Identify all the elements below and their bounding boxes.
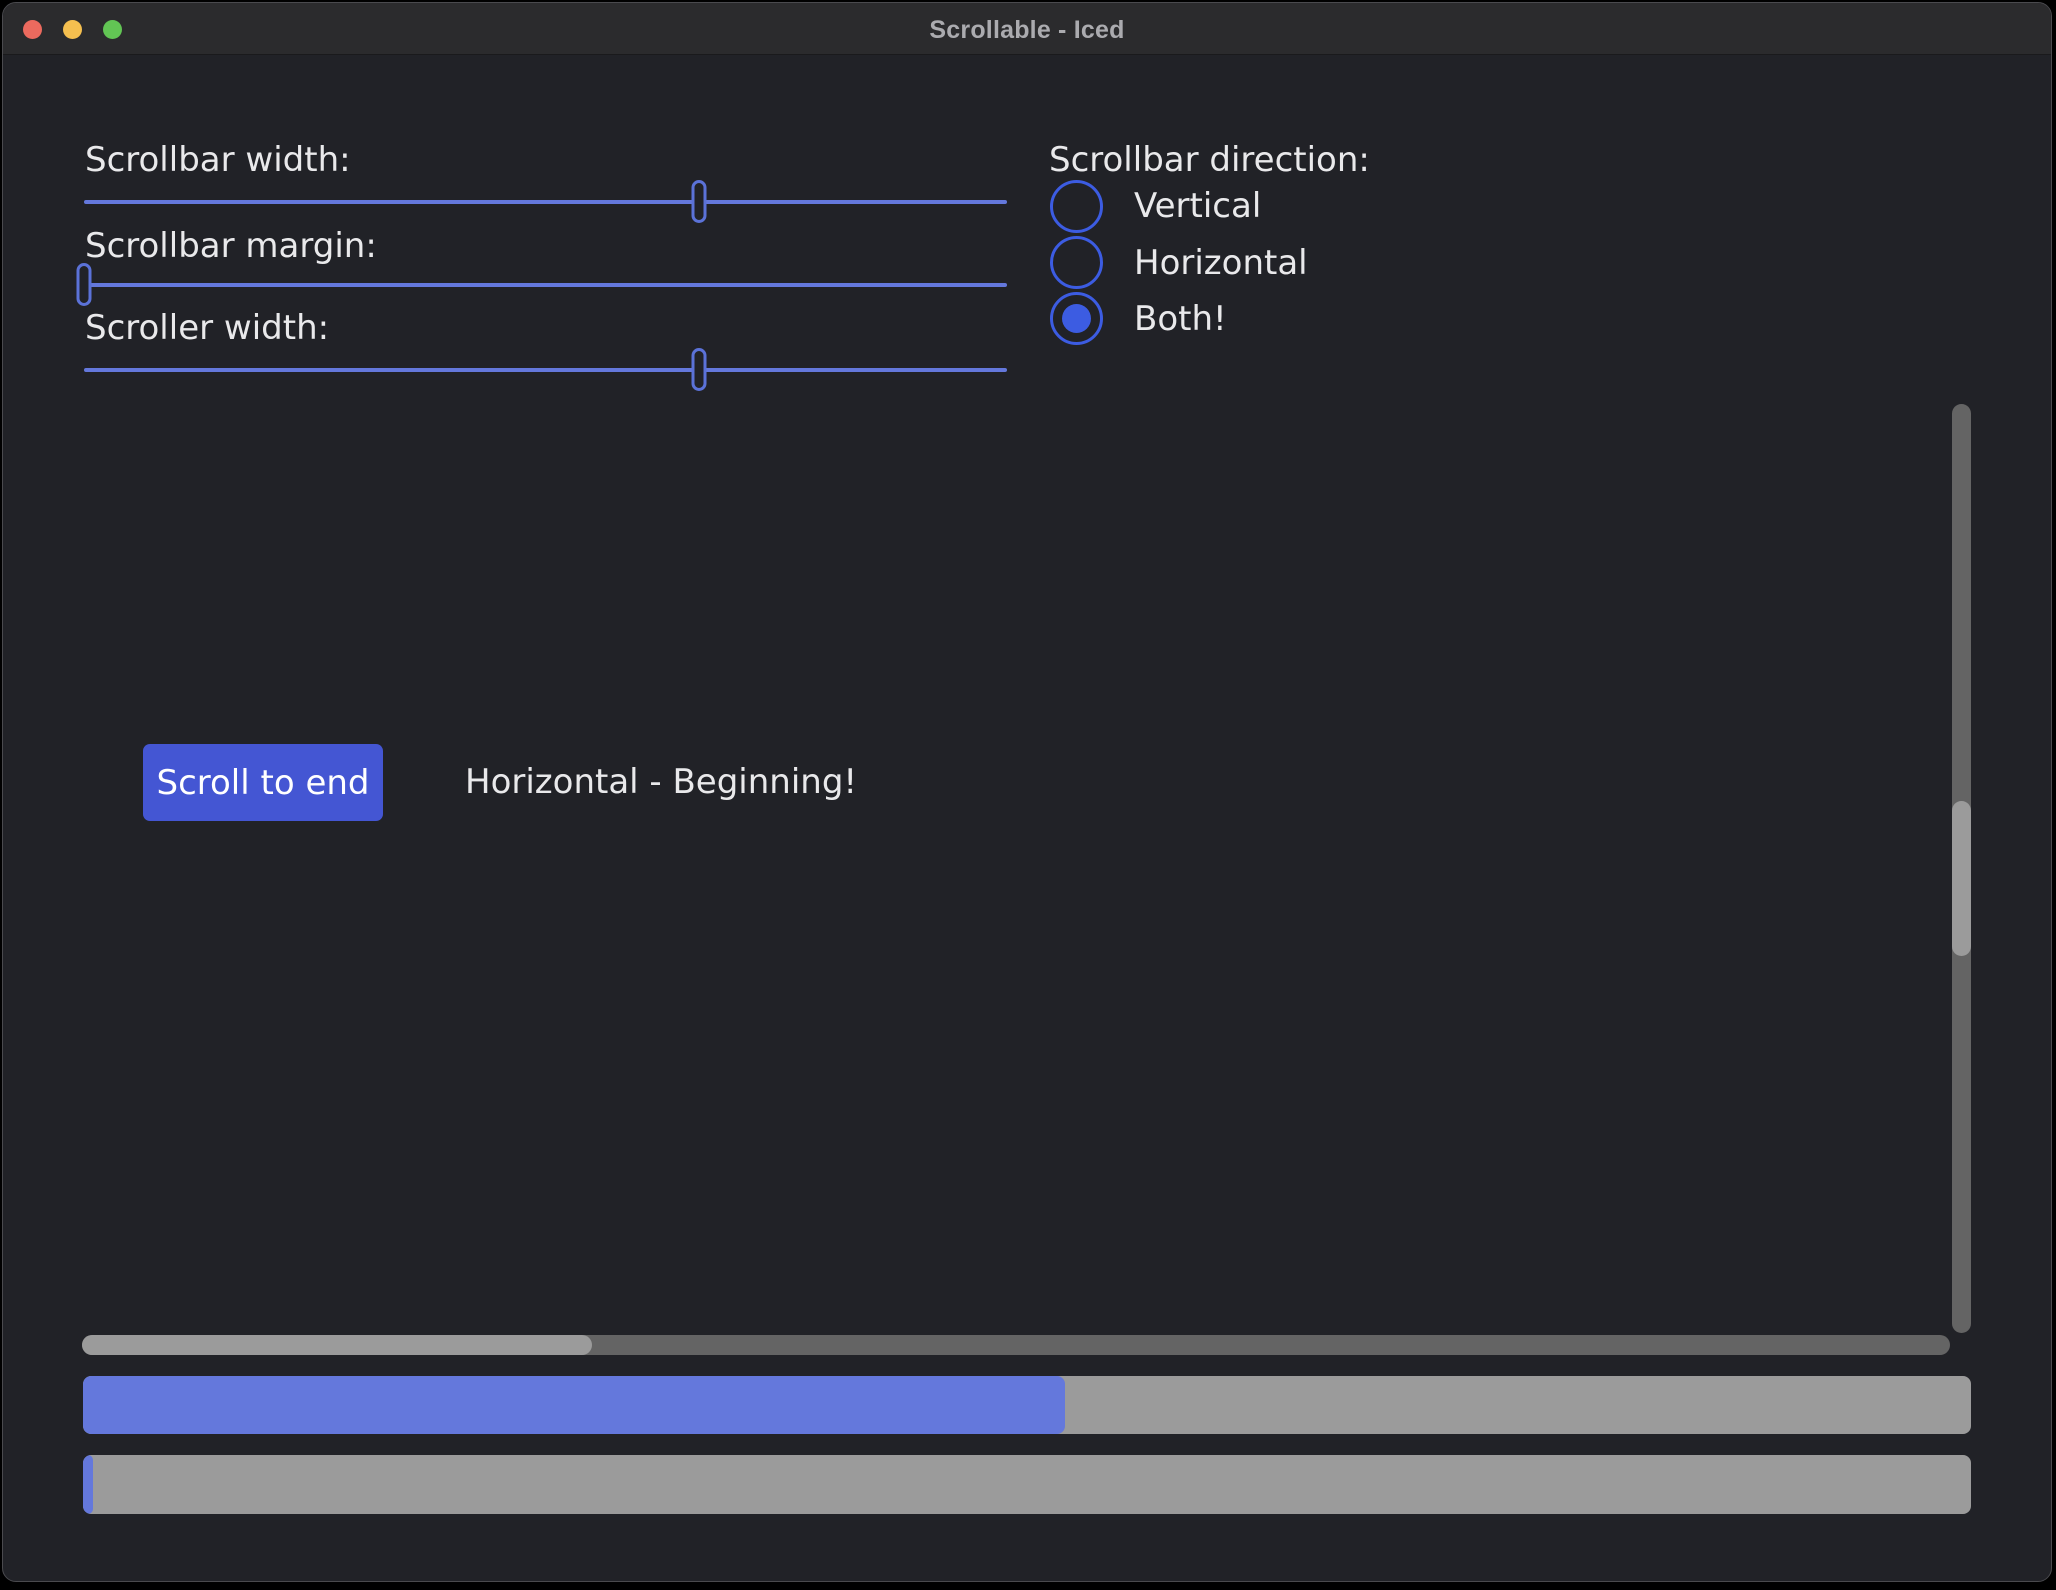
slider-rail (84, 368, 1007, 372)
app-window: Scrollable - Iced Scrollbar width: Scrol… (2, 2, 2052, 1582)
scroller-width-slider[interactable] (84, 348, 1007, 391)
horizontal-scrollbar-thumb[interactable] (82, 1335, 592, 1355)
progress-fill (83, 1455, 93, 1514)
radio-icon[interactable] (1050, 236, 1103, 289)
radio-vertical-label: Vertical (1134, 185, 1261, 227)
radio-both-label: Both! (1134, 298, 1227, 340)
slider-rail (84, 283, 1007, 287)
slider-rail (84, 200, 1007, 204)
scrollbar-direction-label: Scrollbar direction: (1049, 139, 1370, 181)
slider-handle[interactable] (691, 348, 706, 391)
scrollbar-margin-slider[interactable] (84, 263, 1007, 306)
radio-dot-icon (1062, 304, 1091, 333)
slider-handle[interactable] (77, 263, 92, 306)
progress-fill (83, 1376, 1065, 1434)
window-title: Scrollable - Iced (3, 16, 2051, 45)
scrollbar-width-slider[interactable] (84, 180, 1007, 223)
radio-icon[interactable] (1050, 180, 1103, 233)
scroller-width-label: Scroller width: (85, 307, 329, 349)
content-area: Scrollbar width: Scrollbar margin: Scrol… (3, 56, 2051, 1581)
scroll-status-text: Horizontal - Beginning! (465, 761, 857, 803)
scrollbar-width-label: Scrollbar width: (85, 139, 351, 181)
vertical-scrollbar[interactable] (1952, 404, 1971, 1333)
screen: Scrollable - Iced Scrollbar width: Scrol… (0, 0, 2056, 1590)
radio-horizontal-label: Horizontal (1134, 242, 1308, 284)
scroll-to-end-button[interactable]: Scroll to end (143, 744, 383, 821)
scrollbar-margin-label: Scrollbar margin: (85, 225, 377, 267)
horizontal-progress-bar (83, 1376, 1971, 1434)
vertical-scrollbar-thumb[interactable] (1952, 801, 1971, 956)
titlebar[interactable]: Scrollable - Iced (3, 3, 2051, 55)
radio-icon[interactable] (1050, 292, 1103, 345)
horizontal-scrollbar[interactable] (82, 1335, 1950, 1355)
vertical-progress-bar (83, 1455, 1971, 1514)
slider-handle[interactable] (691, 180, 706, 223)
